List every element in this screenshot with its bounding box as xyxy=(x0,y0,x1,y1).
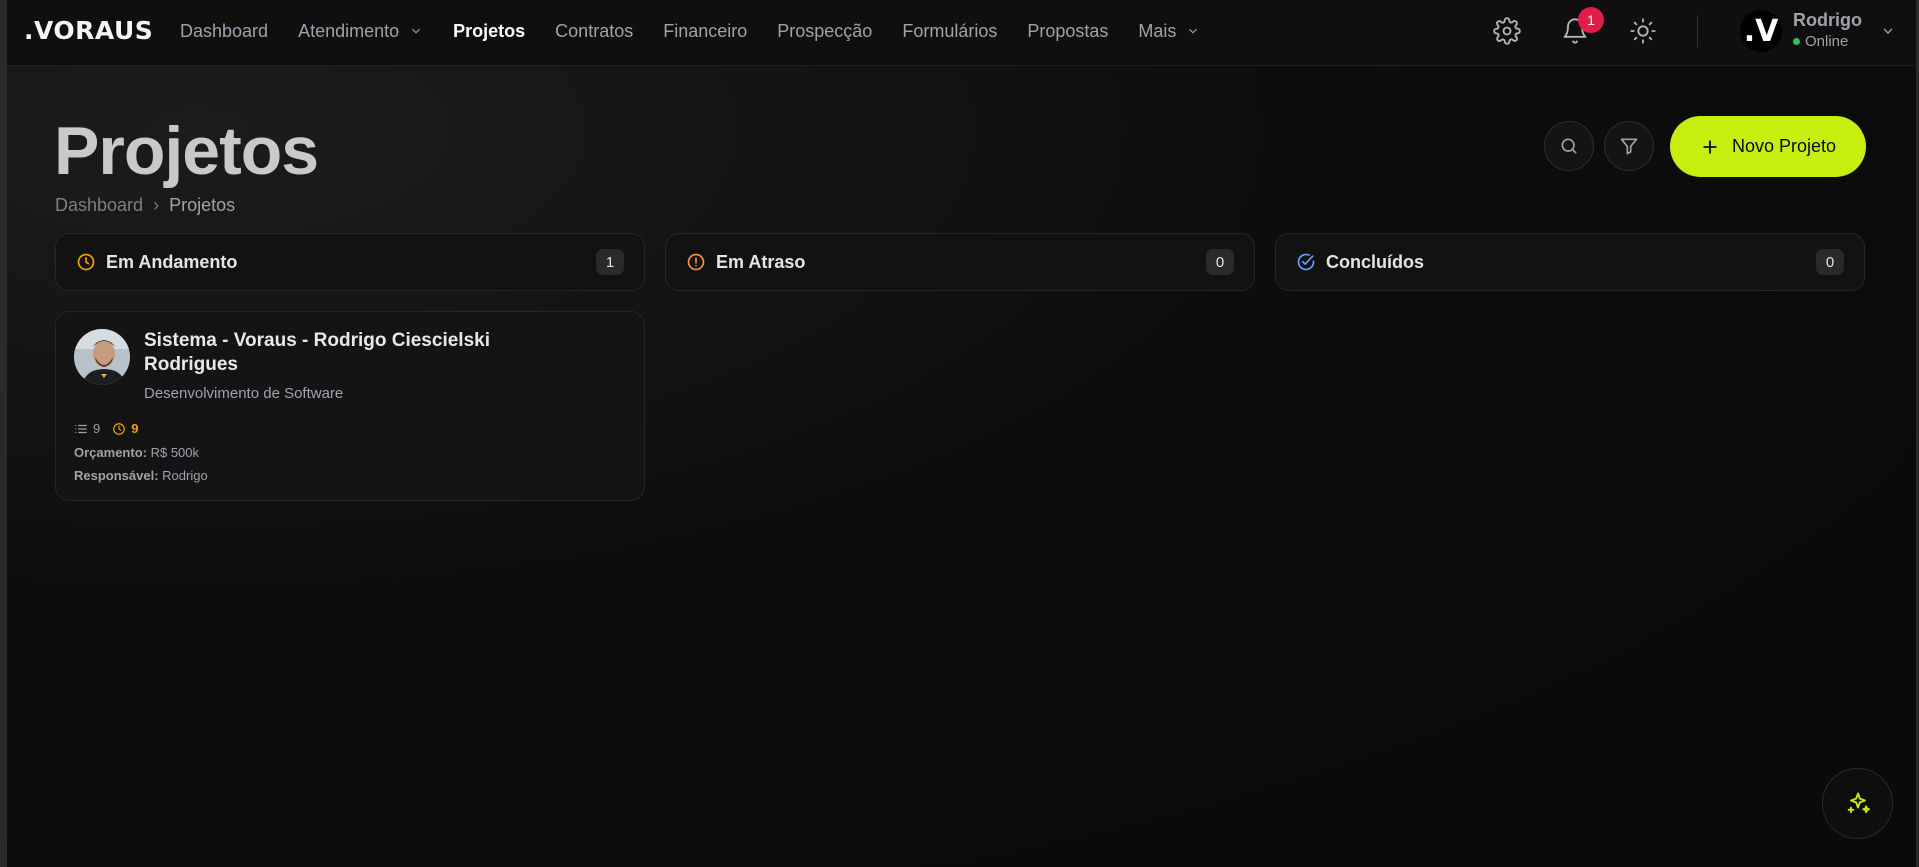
filter-button[interactable] xyxy=(1604,121,1654,171)
new-project-label: Novo Projeto xyxy=(1731,136,1837,156)
tasks-count-value: 9 xyxy=(93,421,101,436)
column-count-badge: 0 xyxy=(1816,249,1844,275)
user-status-label: Online xyxy=(1805,33,1849,50)
user-avatar[interactable]: .V xyxy=(1740,10,1782,52)
project-card[interactable]: Sistema - Voraus - Rodrigo Ciescielski R… xyxy=(55,311,645,501)
nav-label: Financeiro xyxy=(663,20,748,41)
nav-label: Prospecção xyxy=(777,20,873,41)
page-title: Projetos xyxy=(54,113,319,189)
logo[interactable]: .VORAUS xyxy=(24,16,153,45)
column-em-atraso[interactable]: Em Atraso 0 xyxy=(665,233,1255,291)
tasks-count: 9 xyxy=(74,421,100,436)
new-project-button[interactable]: Novo Projeto xyxy=(1670,116,1866,177)
pending-count-value: 9 xyxy=(131,421,139,436)
search-icon xyxy=(1561,138,1577,154)
project-subtitle: Desenvolvimento de Software xyxy=(144,385,344,402)
user-status: Online xyxy=(1793,33,1848,50)
divider xyxy=(1697,15,1698,47)
column-label: Concluídos xyxy=(1326,251,1424,272)
nav-label: Mais xyxy=(1138,20,1177,41)
online-dot-icon xyxy=(1793,38,1800,45)
nav-propostas[interactable]: Propostas xyxy=(1027,21,1108,42)
column-label: Em Andamento xyxy=(106,251,238,272)
nav-label: Dashboard xyxy=(180,20,269,41)
budget-label: Orçamento: xyxy=(74,445,147,460)
nav-label: Propostas xyxy=(1027,20,1109,41)
column-concluidos[interactable]: Concluídos 0 xyxy=(1275,233,1865,291)
nav-projetos[interactable]: Projetos xyxy=(453,21,525,42)
column-count-badge: 1 xyxy=(596,249,624,275)
project-owner-avatar xyxy=(74,329,130,385)
check-circle-icon xyxy=(1297,253,1315,271)
chevron-down-icon[interactable] xyxy=(1880,23,1896,39)
clock-icon xyxy=(77,253,95,271)
project-title: Sistema - Voraus - Rodrigo Ciescielski R… xyxy=(144,330,490,375)
plus-icon xyxy=(1703,139,1717,154)
nav-dashboard[interactable]: Dashboard xyxy=(180,21,268,42)
column-em-andamento[interactable]: Em Andamento 1 xyxy=(55,233,645,291)
column-label: Em Atraso xyxy=(716,251,806,272)
nav-formularios[interactable]: Formulários xyxy=(902,21,997,42)
breadcrumb-current: Projetos xyxy=(169,195,236,215)
sun-icon[interactable] xyxy=(1629,17,1657,45)
nav-atendimento[interactable]: Atendimento xyxy=(298,21,423,42)
nav-label: Contratos xyxy=(555,20,634,41)
top-navbar: .VORAUS Dashboard Atendimento Projetos C… xyxy=(7,0,1916,66)
project-budget: Orçamento: R$ 500k xyxy=(74,445,199,460)
pending-count: 9 xyxy=(112,421,138,436)
sparkles-icon xyxy=(1847,792,1870,813)
person-photo-icon xyxy=(74,329,130,385)
nav-label: Atendimento xyxy=(298,20,400,41)
main-nav: Dashboard Atendimento Projetos Contratos… xyxy=(180,0,1230,62)
chevron-down-icon xyxy=(412,28,421,34)
breadcrumb: Dashboard › Projetos xyxy=(55,195,235,216)
project-meta: 9 9 xyxy=(74,421,138,436)
user-name[interactable]: Rodrigo xyxy=(1793,10,1862,31)
breadcrumb-separator: › xyxy=(153,195,160,215)
project-owner: Responsável: Rodrigo xyxy=(74,468,208,483)
owner-value: Rodrigo xyxy=(162,468,208,483)
ai-assistant-button[interactable] xyxy=(1822,768,1893,839)
nav-contratos[interactable]: Contratos xyxy=(555,21,633,42)
column-count-badge: 0 xyxy=(1206,249,1234,275)
nav-financeiro[interactable]: Financeiro xyxy=(663,21,747,42)
alert-circle-icon xyxy=(687,253,705,271)
budget-value: R$ 500k xyxy=(150,445,200,460)
notification-badge: 1 xyxy=(1578,7,1604,33)
search-button[interactable] xyxy=(1544,121,1594,171)
window-frame-left xyxy=(0,0,7,867)
owner-label: Responsável: xyxy=(74,468,159,483)
breadcrumb-dashboard[interactable]: Dashboard xyxy=(55,195,143,216)
gear-icon[interactable] xyxy=(1493,17,1521,45)
list-icon xyxy=(75,424,87,433)
nav-mais[interactable]: Mais xyxy=(1138,21,1200,42)
nav-label: Projetos xyxy=(453,20,526,41)
nav-prospeccao[interactable]: Prospecção xyxy=(777,21,872,42)
app-root: .VORAUS Dashboard Atendimento Projetos C… xyxy=(7,0,1916,867)
clock-icon xyxy=(113,422,126,435)
chevron-down-icon xyxy=(1189,28,1198,34)
filter-icon xyxy=(1620,138,1638,155)
nav-label: Formulários xyxy=(902,20,998,41)
